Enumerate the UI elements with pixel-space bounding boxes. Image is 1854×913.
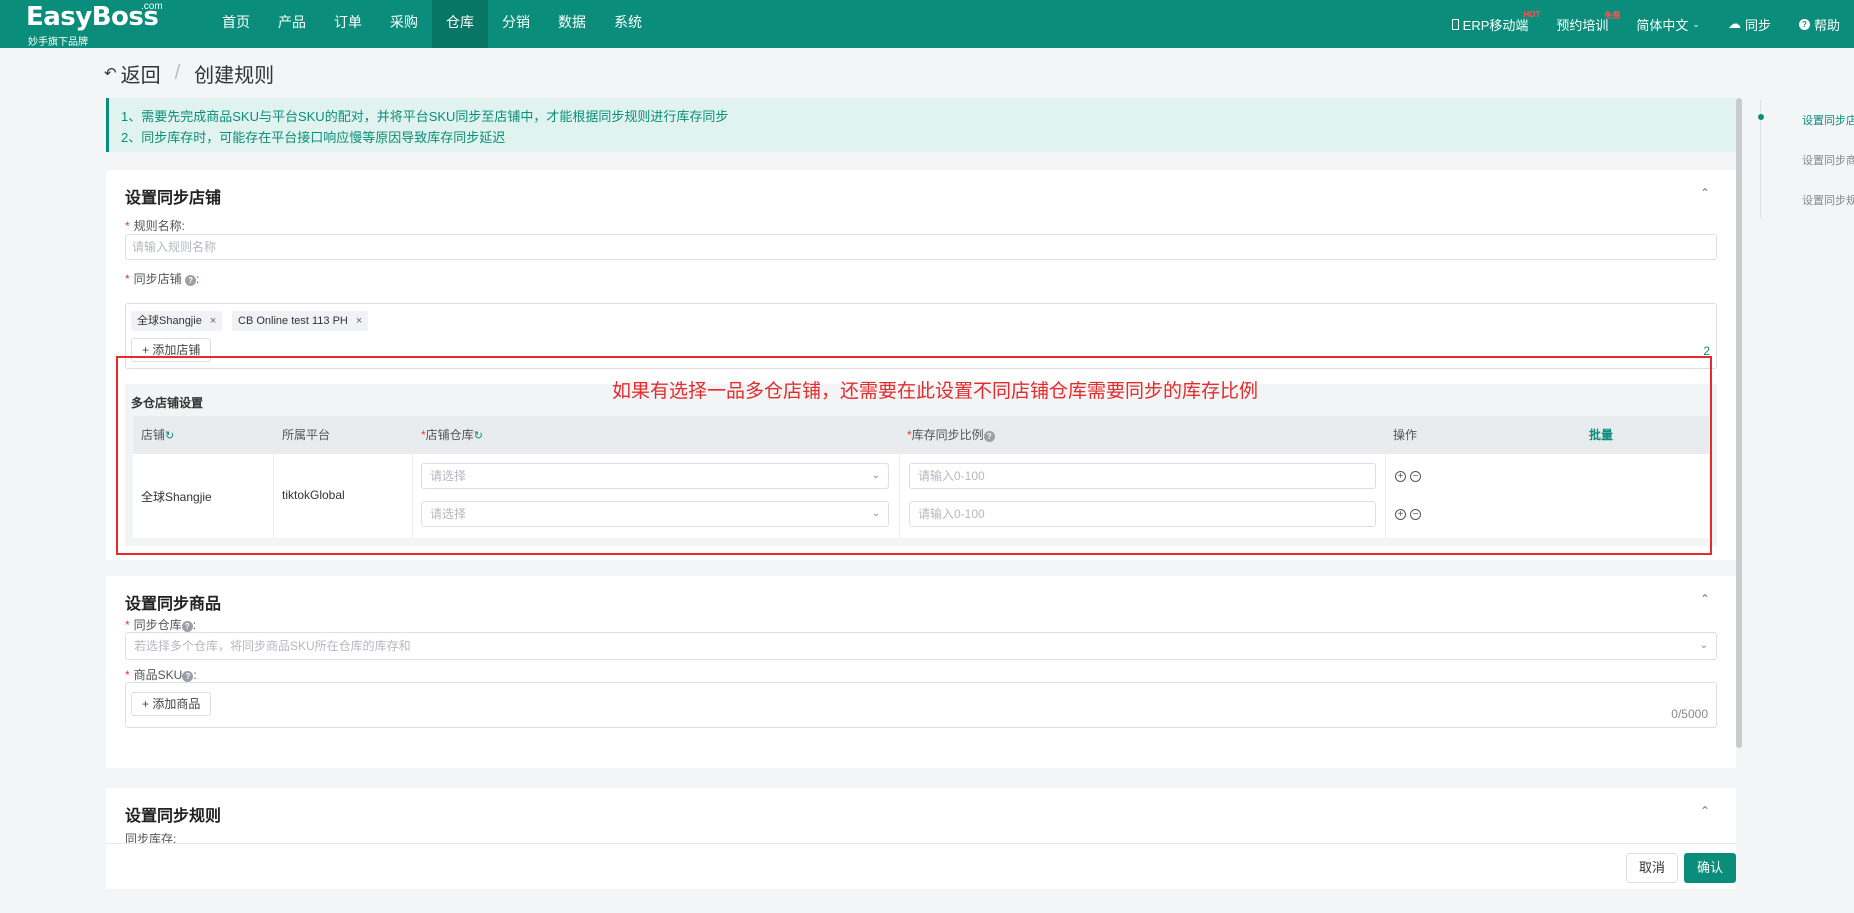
cloud-icon: ☁: [1727, 16, 1741, 31]
nav-item-system[interactable]: 系统: [600, 0, 656, 48]
language-select[interactable]: 简体中文 ⌄: [1622, 0, 1714, 48]
back-button[interactable]: ↶ 返回: [104, 59, 161, 88]
plus-icon: +: [142, 697, 150, 711]
page-title: 创建规则: [194, 64, 275, 87]
logo-brand: EasyBoss: [26, 2, 159, 32]
notice-line-1: 1、需要先完成商品SKU与平台SKU的配对，并将平台SKU同步至店铺中，才能根据…: [121, 109, 729, 124]
section-title: 设置同步商品: [125, 596, 222, 613]
add-goods-button[interactable]: + 添加商品: [131, 692, 212, 716]
erp-mobile-link[interactable]: ERP移动端 HOT: [1438, 0, 1543, 48]
help-link[interactable]: ? 帮助: [1785, 0, 1854, 48]
question-icon: ?: [185, 275, 197, 286]
section-sync-goods: 设置同步商品 ⌃ * 同步仓库?: 若选择多个仓库，将同步商品SKU所在仓库的库存…: [106, 576, 1736, 768]
breadcrumb-separator: /: [174, 61, 181, 84]
store-tag: 全球Shangjie ×: [131, 311, 223, 331]
store-tag: CB Online test 113 PH ×: [232, 311, 369, 331]
chevron-down-icon: ⌄: [1692, 18, 1700, 29]
rule-name-label: * 规则名称:: [125, 219, 186, 233]
annotation-text: 如果有选择一品多仓店铺，还需要在此设置不同店铺仓库需要同步的库存比例: [612, 381, 1259, 402]
close-icon[interactable]: ×: [210, 311, 216, 331]
question-icon: ?: [181, 621, 193, 632]
section-title: 设置同步规则: [125, 808, 222, 825]
notice-line-2: 2、同步库存时，可能存在平台接口响应慢等原因导致库存同步延迟: [121, 130, 506, 145]
anchor-item-goods[interactable]: 设置同步商品: [1802, 152, 1854, 168]
main-nav: 首页 产品 订单 采购 仓库 分销 数据 系统: [208, 0, 656, 48]
sku-count: 0/5000: [1671, 707, 1708, 721]
store-tag-label: CB Online test 113 PH: [238, 315, 348, 327]
free-badge: 免费: [1604, 11, 1621, 20]
anchor-item-store[interactable]: 设置同步店铺: [1802, 112, 1854, 128]
store-tag-label: 全球Shangjie: [137, 315, 202, 327]
sync-warehouse-label: * 同步仓库?:: [125, 618, 197, 632]
logo-slogan: 妙手旗下品牌: [28, 37, 88, 48]
section-title: 设置同步店铺: [125, 190, 222, 207]
logo[interactable]: EasyBoss .com 妙手旗下品牌: [26, 1, 163, 48]
sync-link[interactable]: ☁ 同步: [1714, 0, 1785, 48]
phone-icon: [1451, 18, 1459, 30]
sku-label: * 商品SKU?:: [125, 668, 197, 682]
training-label: 预约培训: [1556, 17, 1609, 33]
collapse-up-icon[interactable]: ⌃: [1698, 186, 1712, 200]
back-label: 返回: [120, 64, 161, 87]
nav-item-products[interactable]: 产品: [264, 0, 320, 48]
scrollbar[interactable]: [1736, 98, 1742, 748]
nav-item-distribution[interactable]: 分销: [488, 0, 544, 48]
plus-icon: +: [142, 343, 150, 357]
sync-label: 同步: [1744, 17, 1771, 33]
notice-banner: 1、需要先完成商品SKU与平台SKU的配对，并将平台SKU同步至店铺中，才能根据…: [106, 98, 1736, 152]
training-link[interactable]: 预约培训 免费: [1542, 0, 1622, 48]
question-icon: ?: [182, 671, 194, 682]
nav-item-purchase[interactable]: 采购: [376, 0, 432, 48]
nav-item-orders[interactable]: 订单: [320, 0, 376, 48]
anchor-nav: 设置同步店铺 设置同步商品 设置同步规则: [1758, 98, 1854, 218]
hot-badge: HOT: [1523, 10, 1541, 19]
nav-item-warehouse[interactable]: 仓库: [432, 0, 488, 48]
anchor-item-rule[interactable]: 设置同步规则: [1802, 192, 1854, 208]
rule-name-input[interactable]: [125, 234, 1717, 260]
close-icon[interactable]: ×: [356, 311, 362, 331]
sync-store-label: * 同步店铺 ?:: [125, 272, 200, 286]
help-icon: ?: [1798, 18, 1810, 30]
language-label: 简体中文: [1636, 17, 1689, 33]
sync-warehouse-select[interactable]: 若选择多个仓库，将同步商品SKU所在仓库的库存和 ⌄: [125, 632, 1717, 660]
help-label: 帮助: [1813, 17, 1840, 33]
sku-box[interactable]: + 添加商品 0/5000: [125, 682, 1717, 728]
collapse-up-icon[interactable]: ⌃: [1698, 804, 1712, 818]
nav-item-data[interactable]: 数据: [544, 0, 600, 48]
logo-com: .com: [141, 1, 163, 12]
confirm-button[interactable]: 确认: [1683, 853, 1736, 883]
anchor-dot: [1758, 114, 1764, 120]
erp-mobile-label: ERP移动端: [1462, 17, 1529, 33]
nav-item-home[interactable]: 首页: [208, 0, 264, 48]
back-arrow-icon: ↶: [104, 65, 117, 82]
breadcrumb: ↶ 返回 / 创建规则: [104, 59, 275, 88]
collapse-up-icon[interactable]: ⌃: [1698, 592, 1712, 606]
cancel-button[interactable]: 取消: [1625, 853, 1678, 883]
top-right-menu: ERP移动端 HOT 预约培训 免费 简体中文 ⌄ ☁ 同步 ? 帮助: [1438, 0, 1854, 48]
chevron-down-icon: ⌄: [1699, 640, 1708, 651]
footer-bar: 取消 确认: [106, 843, 1736, 889]
top-navbar: EasyBoss .com 妙手旗下品牌 首页 产品 订单 采购 仓库 分销 数…: [0, 0, 1854, 48]
